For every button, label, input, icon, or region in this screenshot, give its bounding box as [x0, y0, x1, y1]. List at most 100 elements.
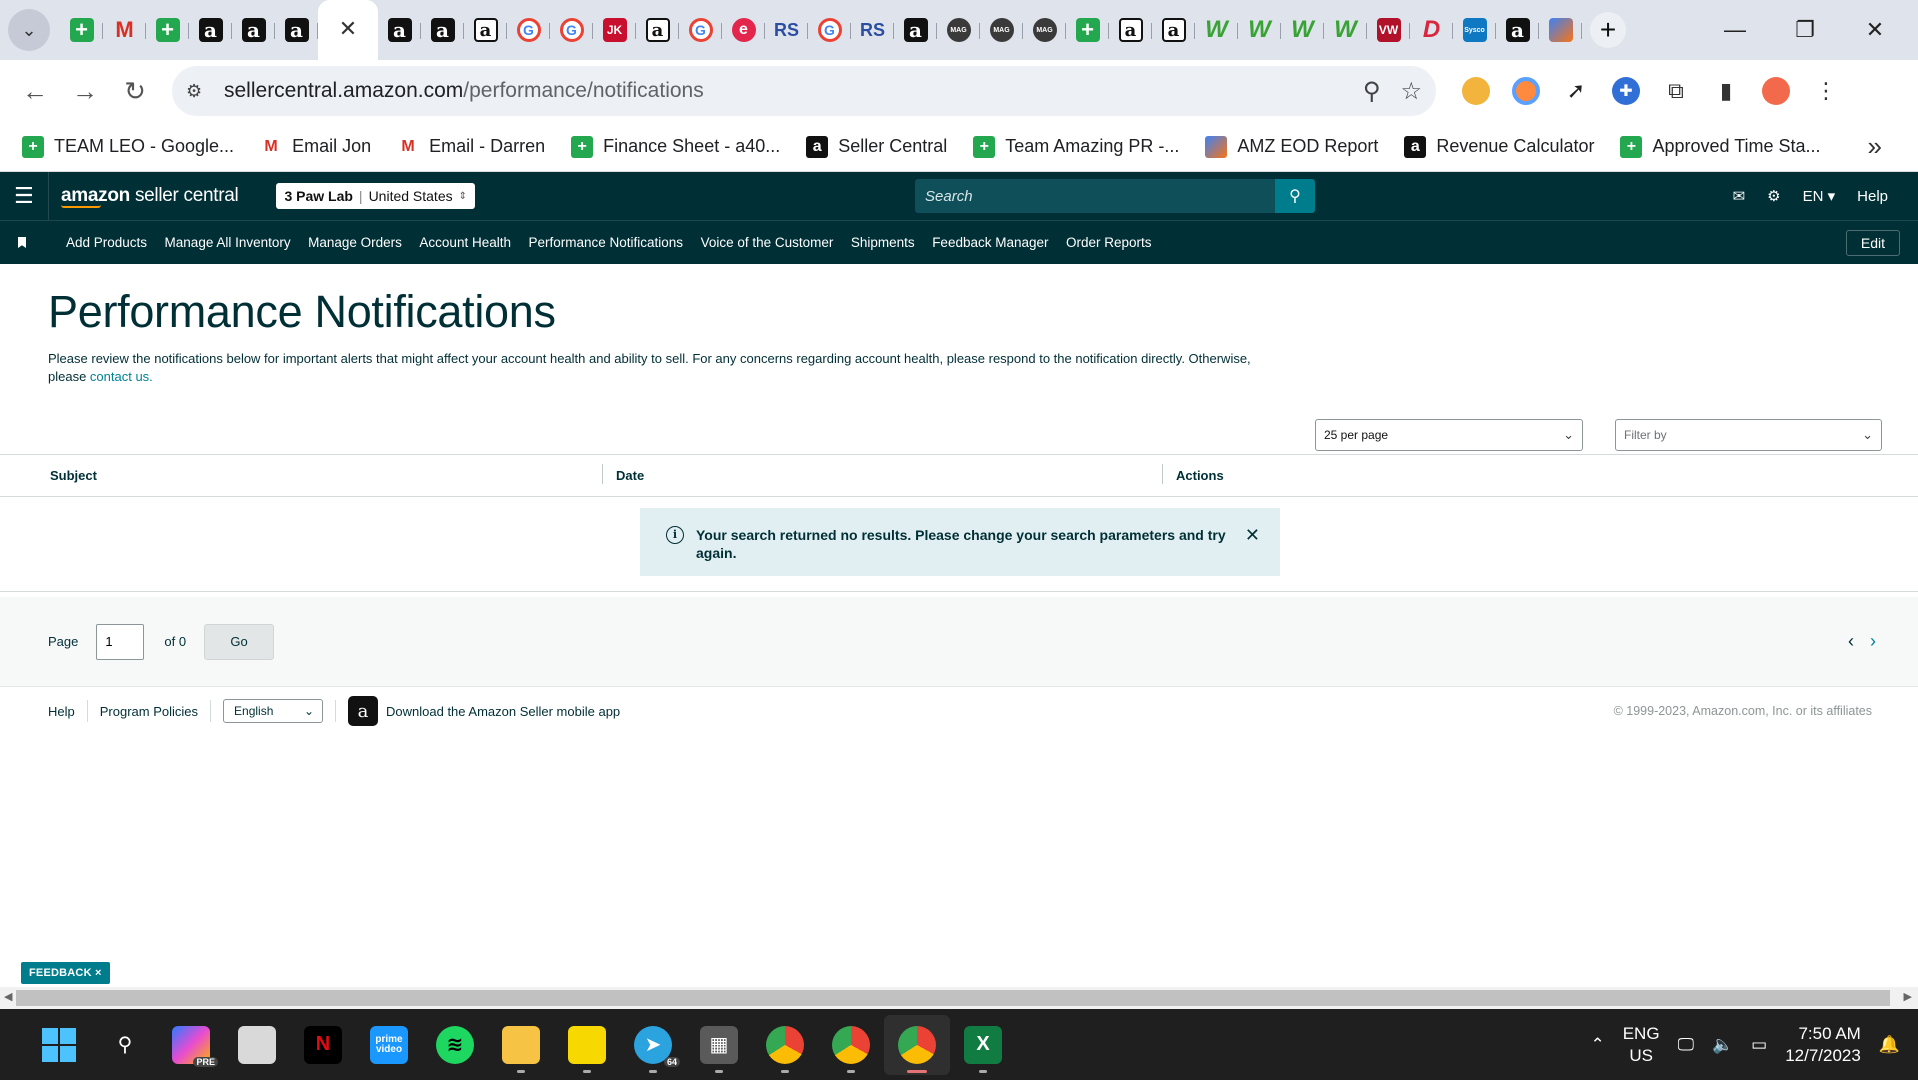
previous-page-icon[interactable]: ‹	[1848, 631, 1854, 652]
bookmark-item[interactable]: + TEAM LEO - Google...	[14, 128, 242, 166]
scroll-left-icon[interactable]: ◀	[4, 990, 12, 1003]
browser-tab[interactable]: e	[722, 9, 765, 51]
bookmark-item[interactable]: + Team Amazing PR -...	[965, 128, 1187, 166]
nav-link[interactable]: Add Products	[66, 235, 147, 250]
go-button[interactable]: Go	[204, 623, 275, 660]
browser-tab[interactable]: a	[378, 9, 421, 51]
next-page-icon[interactable]: ›	[1870, 631, 1876, 652]
browser-tab[interactable]: a	[275, 9, 318, 51]
nav-link[interactable]: Account Health	[419, 235, 511, 250]
taskbar-copilot-button[interactable]: PRE	[158, 1015, 224, 1075]
browser-tab[interactable]: a	[636, 9, 679, 51]
browser-tab[interactable]	[1539, 9, 1582, 51]
browser-tab[interactable]: G	[507, 9, 550, 51]
taskbar-sticky-notes-button[interactable]	[554, 1015, 620, 1075]
edit-nav-button[interactable]: Edit	[1845, 229, 1900, 256]
reload-button[interactable]: ↻	[114, 70, 156, 112]
nav-link[interactable]: Order Reports	[1066, 235, 1152, 250]
footer-help-link[interactable]: Help	[48, 704, 75, 719]
browser-tab[interactable]: W	[1238, 9, 1281, 51]
taskbar-file-explorer-button[interactable]	[488, 1015, 554, 1075]
bookmark-item[interactable]: a Seller Central	[798, 128, 955, 166]
nav-link[interactable]: Voice of the Customer	[701, 235, 834, 250]
taskbar-chrome-1-button[interactable]	[752, 1015, 818, 1075]
url-text[interactable]: sellercentral.amazon.com/performance/not…	[224, 79, 704, 103]
browser-tab[interactable]: +	[146, 9, 189, 51]
scroll-right-icon[interactable]: ▶	[1904, 990, 1912, 1003]
nav-link[interactable]: Manage Orders	[308, 235, 402, 250]
page-number-input[interactable]	[96, 623, 145, 660]
feedback-button[interactable]: FEEDBACK ×	[21, 962, 110, 984]
menu-icon[interactable]: ☰	[14, 183, 48, 209]
help-link[interactable]: Help	[1857, 188, 1888, 205]
browser-tab[interactable]: a	[464, 9, 507, 51]
browser-tab[interactable]: JK	[593, 9, 636, 51]
bookmark-flag-icon[interactable]	[18, 237, 26, 248]
browser-tab[interactable]: M	[103, 9, 146, 51]
per-page-select[interactable]: 25 per page ⌄	[1315, 419, 1583, 451]
taskbar-chrome-3-button[interactable]	[884, 1014, 950, 1075]
browser-tab[interactable]: a	[232, 9, 275, 51]
back-button[interactable]: ←	[14, 70, 56, 112]
taskbar-telegram-button[interactable]: ➤ 64	[620, 1015, 686, 1075]
bookmark-item[interactable]: AMZ EOD Report	[1197, 128, 1386, 166]
browser-tab[interactable]: a	[1109, 9, 1152, 51]
close-window-button[interactable]: ✕	[1840, 17, 1910, 43]
nav-link[interactable]: Performance Notifications	[528, 235, 683, 250]
program-policies-link[interactable]: Program Policies	[100, 704, 198, 719]
column-subject[interactable]: Subject	[0, 468, 602, 483]
browser-tab[interactable]: a	[894, 9, 937, 51]
more-bookmarks-icon[interactable]: »	[1868, 131, 1904, 162]
bookmark-item[interactable]: M Email - Darren	[389, 128, 553, 166]
nav-link[interactable]: Manage All Inventory	[165, 235, 291, 250]
zoom-icon[interactable]: ⚲	[1363, 77, 1381, 106]
taskbar-excel-button[interactable]: X	[950, 1015, 1016, 1075]
seller-search-input[interactable]: Search	[915, 179, 1276, 213]
extension-arrow-icon[interactable]: ➚	[1562, 77, 1590, 105]
taskbar-start-button[interactable]	[26, 1015, 92, 1075]
clock[interactable]: 7:50 AM 12/7/2023	[1785, 1023, 1861, 1067]
show-hidden-icons[interactable]: ⌃	[1590, 1035, 1604, 1055]
browser-tab[interactable]: G	[679, 9, 722, 51]
new-tab-button[interactable]: +	[1590, 12, 1626, 48]
profile-avatar[interactable]	[1762, 77, 1790, 105]
browser-tab[interactable]: +	[60, 9, 103, 51]
download-app-link[interactable]: Download the Amazon Seller mobile app	[386, 704, 620, 719]
taskbar-files-white-button[interactable]	[224, 1015, 290, 1075]
taskbar-search-button[interactable]: ⚲	[92, 1015, 158, 1075]
tab-search-button[interactable]: ⌄	[8, 9, 50, 51]
browser-tab[interactable]: a	[1496, 9, 1539, 51]
browser-tab[interactable]: G	[808, 9, 851, 51]
extensions-puzzle-icon[interactable]: ⧉	[1662, 77, 1690, 105]
nav-link[interactable]: Shipments	[851, 235, 915, 250]
bookmark-item[interactable]: + Approved Time Sta...	[1612, 128, 1828, 166]
browser-tab[interactable]: Sysco	[1453, 9, 1496, 51]
taskbar-chrome-2-button[interactable]	[818, 1015, 884, 1075]
browser-tab[interactable]: RS	[765, 9, 808, 51]
extension-orange-icon[interactable]	[1512, 77, 1540, 105]
bookmark-item[interactable]: + Finance Sheet - a40...	[563, 128, 788, 166]
contact-us-link[interactable]: contact us.	[90, 369, 153, 384]
bookmark-item[interactable]: a Revenue Calculator	[1396, 128, 1602, 166]
minimize-button[interactable]: —	[1700, 17, 1770, 43]
browser-tab[interactable]: W	[1281, 9, 1324, 51]
store-switcher[interactable]: 3 Paw Lab | United States ⇕	[276, 183, 476, 209]
volume-icon[interactable]: 🔈	[1712, 1035, 1733, 1055]
notification-bell-icon[interactable]: 🔔	[1879, 1035, 1900, 1055]
browser-tab[interactable]: MAG	[980, 9, 1023, 51]
taskbar-spotify-button[interactable]: ≋	[422, 1015, 488, 1075]
browser-tab[interactable]: VW	[1367, 9, 1410, 51]
network-icon[interactable]: 🖵	[1678, 1035, 1694, 1055]
horizontal-scrollbar[interactable]: ◀ ▶	[0, 987, 1918, 1009]
amazon-app-icon[interactable]: a	[348, 696, 379, 726]
extension-cat-icon[interactable]	[1462, 77, 1490, 105]
scrollbar-thumb[interactable]	[16, 990, 1890, 1006]
bookmark-star-icon[interactable]: ☆	[1400, 77, 1422, 106]
browser-tab[interactable]: D	[1410, 9, 1453, 51]
language-selector[interactable]: EN ▾	[1803, 187, 1836, 205]
browser-tab[interactable]: a	[1152, 9, 1195, 51]
settings-gear-icon[interactable]: ⚙	[1767, 187, 1780, 205]
tab-active-close-icon[interactable]: ✕	[318, 0, 378, 60]
extension-gear-icon[interactable]: ✚	[1612, 77, 1640, 105]
browser-tab[interactable]: MAG	[937, 9, 980, 51]
